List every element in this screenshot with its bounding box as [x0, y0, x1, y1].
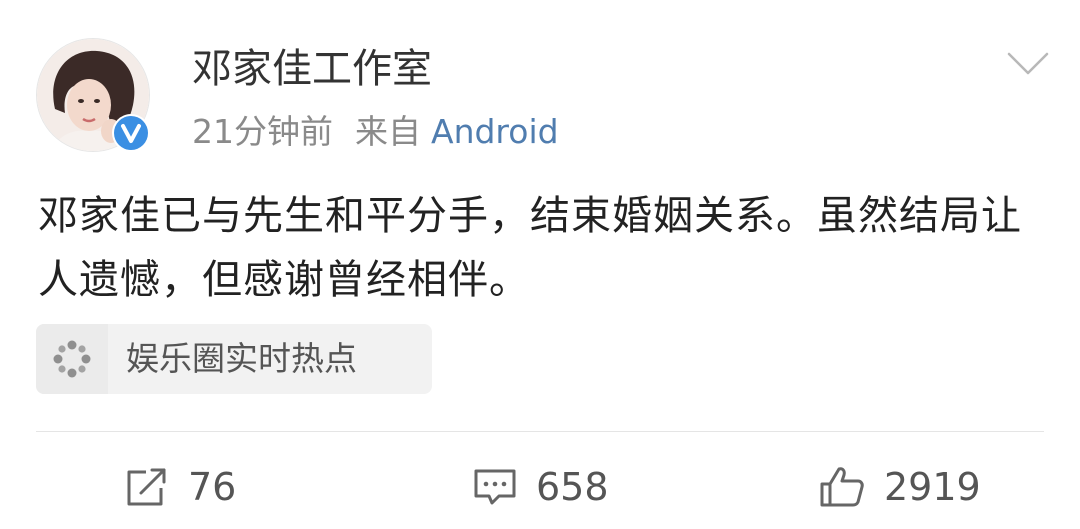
weibo-post-card: 邓家佳工作室 21分钟前 来自 Android 邓家佳已与先生和平分手，结束婚姻关系…: [0, 0, 1080, 529]
chevron-down-icon[interactable]: [1006, 50, 1050, 78]
thumbs-up-icon: [820, 467, 864, 507]
repost-count: 76: [188, 465, 237, 509]
post-meta: 21分钟前 来自 Android: [192, 110, 559, 154]
verified-badge-icon: [112, 114, 150, 152]
comment-count: 658: [536, 465, 609, 509]
comment-button[interactable]: 658: [472, 462, 609, 512]
topic-icon-box: [36, 324, 108, 394]
comment-icon: [474, 469, 516, 505]
post-text: 邓家佳已与先生和平分手，结束婚姻关系。虽然结局让人遗憾，但感谢曾经相伴。: [38, 193, 1022, 303]
topic-card[interactable]: 娱乐圈实时热点: [36, 324, 432, 394]
like-button[interactable]: 2919: [818, 462, 981, 512]
repost-button[interactable]: 76: [124, 462, 236, 512]
repost-icon: [127, 468, 166, 506]
like-count: 2919: [884, 465, 981, 509]
author-name[interactable]: 邓家佳工作室: [192, 44, 432, 94]
topic-label: 娱乐圈实时热点: [126, 339, 357, 378]
divider: [36, 431, 1044, 432]
post-time: 21分钟前: [192, 112, 333, 151]
source-prefix: 来自: [355, 112, 421, 151]
sparkle-icon: [53, 340, 91, 378]
source-link[interactable]: Android: [431, 112, 559, 151]
